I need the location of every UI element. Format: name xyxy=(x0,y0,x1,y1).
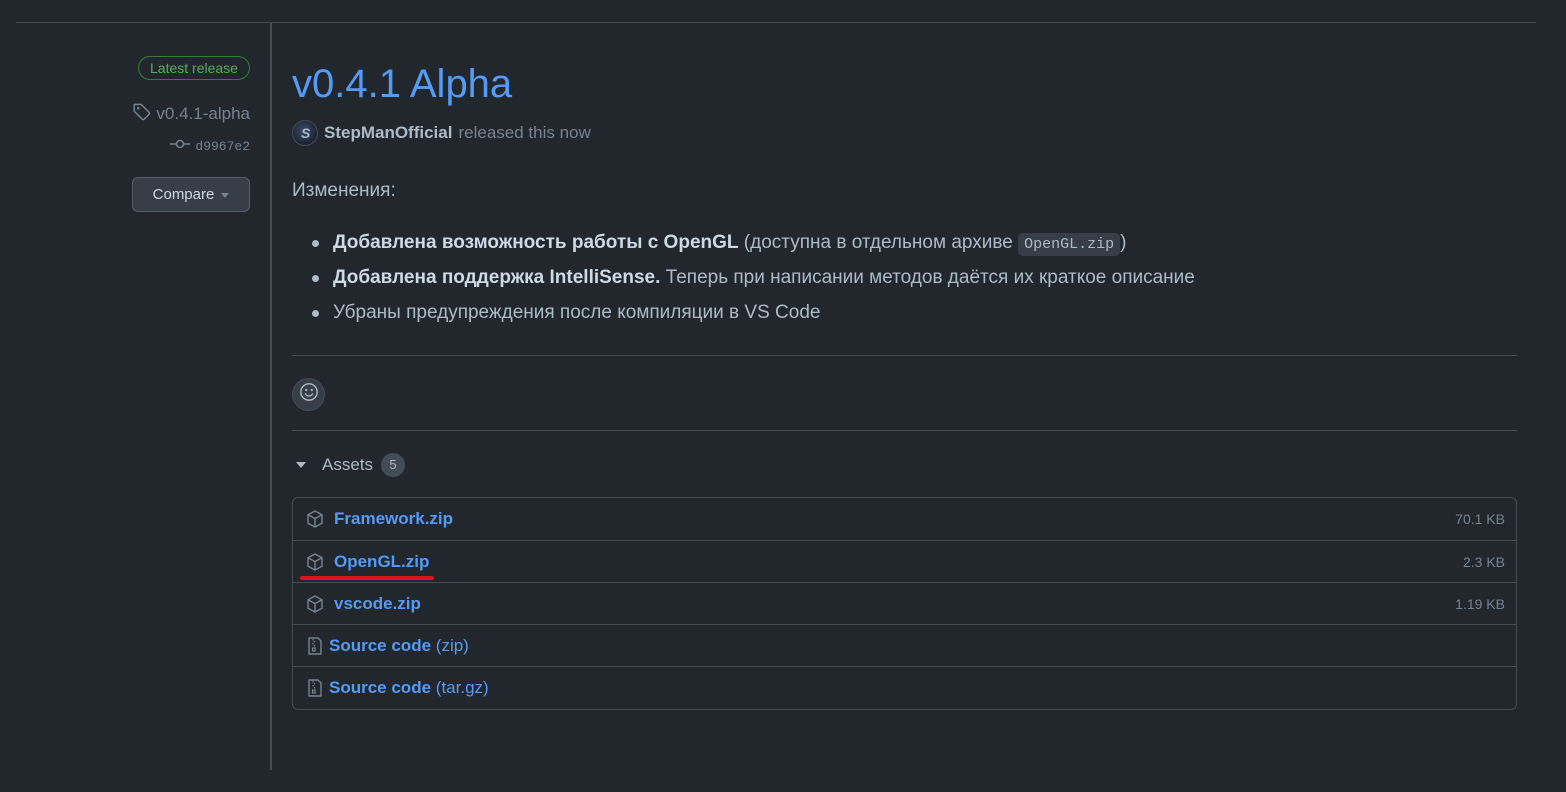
package-icon xyxy=(305,594,325,614)
assets-count: 5 xyxy=(381,453,406,477)
asset-row: Source code (tar.gz) xyxy=(293,666,1516,708)
highlight-underline xyxy=(300,576,434,580)
latest-release-badge: Latest release xyxy=(138,56,250,80)
source-code-targz-link[interactable]: Source code (tar.gz) xyxy=(329,678,489,698)
asset-format: (tar.gz) xyxy=(435,677,489,697)
assets-toggle[interactable]: Assets 5 xyxy=(296,452,406,478)
package-icon xyxy=(305,509,325,529)
add-reaction-button[interactable] xyxy=(292,378,325,411)
released-text: released this now xyxy=(458,123,591,142)
asset-size: 1.19 KB xyxy=(1455,595,1505,612)
smiley-icon xyxy=(299,382,319,407)
changes-heading: Изменения: xyxy=(292,180,396,201)
tag-link[interactable]: v0.4.1-alpha xyxy=(132,102,250,126)
changes-list: Добавлена возможность работы с OpenGL (д… xyxy=(312,228,1195,333)
top-divider xyxy=(16,22,1536,23)
commit-hash: d9967e2 xyxy=(195,138,250,154)
package-icon xyxy=(305,552,325,572)
change-text: ) xyxy=(1120,232,1127,253)
asset-link[interactable]: OpenGL.zip xyxy=(334,552,429,572)
release-author-row: StepManOfficial released this now xyxy=(292,119,591,147)
change-bold: Добавлена возможность работы с OpenGL xyxy=(333,232,739,253)
source-code-zip-link[interactable]: Source code (zip) xyxy=(329,636,469,656)
asset-row: vscode.zip 1.19 KB xyxy=(293,582,1516,624)
list-item: Добавлена поддержка IntelliSense. Теперь… xyxy=(312,263,1195,298)
file-zip-icon xyxy=(305,678,325,698)
asset-row: OpenGL.zip 2.3 KB xyxy=(293,540,1516,582)
inline-code: OpenGL.zip xyxy=(1018,233,1121,256)
author-name[interactable]: StepManOfficial xyxy=(324,123,452,143)
divider xyxy=(292,355,1517,356)
compare-label: Compare xyxy=(152,186,215,203)
timeline-line xyxy=(270,22,272,770)
assets-list: Framework.zip 70.1 KB OpenGL.zip 2.3 KB … xyxy=(292,497,1517,710)
tag-icon xyxy=(132,102,152,127)
list-item: Убраны предупреждения после компиляции в… xyxy=(312,298,1195,333)
change-text: Теперь при написании методов даётся их к… xyxy=(660,267,1195,288)
tag-label: v0.4.1-alpha xyxy=(156,104,250,123)
asset-name: Source code xyxy=(329,677,432,697)
chevron-down-icon xyxy=(221,193,230,198)
change-text: Убраны предупреждения после компиляции в… xyxy=(333,302,821,323)
commit-icon xyxy=(170,138,191,154)
compare-button[interactable]: Compare xyxy=(132,177,250,212)
asset-size: 2.3 KB xyxy=(1462,553,1505,570)
change-text: (доступна в отдельном архиве xyxy=(738,232,1019,253)
asset-size: 70.1 KB xyxy=(1455,511,1505,527)
asset-link[interactable]: vscode.zip xyxy=(334,594,421,614)
divider xyxy=(292,430,1517,431)
release-title[interactable]: v0.4.1 Alpha xyxy=(292,62,512,107)
asset-name: Source code xyxy=(329,635,432,655)
asset-row: Source code (zip) xyxy=(293,624,1516,666)
asset-format: (zip) xyxy=(435,635,469,655)
file-zip-icon xyxy=(305,636,325,656)
commit-link[interactable]: d9967e2 xyxy=(150,136,250,156)
triangle-down-icon xyxy=(296,462,306,468)
assets-label: Assets xyxy=(322,455,374,474)
list-item: Добавлена возможность работы с OpenGL (д… xyxy=(312,228,1195,263)
asset-row: Framework.zip 70.1 KB xyxy=(293,498,1516,540)
avatar[interactable] xyxy=(292,120,318,146)
change-bold: Добавлена поддержка IntelliSense. xyxy=(333,267,661,288)
asset-link[interactable]: Framework.zip xyxy=(334,509,453,529)
